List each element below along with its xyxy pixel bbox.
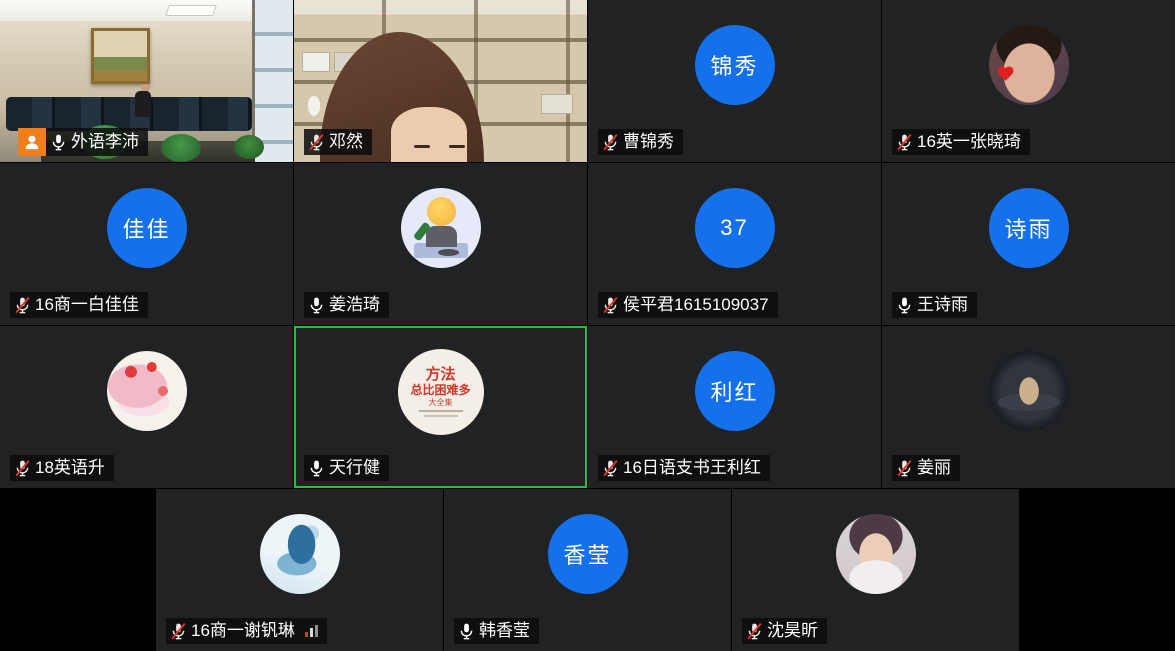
avatar: 利红 bbox=[695, 351, 775, 431]
mic-muted-icon bbox=[13, 296, 32, 315]
name-label: 18英语升 bbox=[10, 455, 114, 481]
name-label: 沈昊昕 bbox=[742, 618, 827, 644]
mic-muted-icon bbox=[601, 296, 620, 315]
name-label: 16日语支书王利红 bbox=[598, 455, 770, 481]
participant-name: 外语李沛 bbox=[71, 131, 139, 153]
mic-muted-icon bbox=[13, 459, 32, 478]
plant bbox=[161, 134, 201, 162]
book-text-line bbox=[424, 415, 458, 417]
name-label: 姜浩琦 bbox=[304, 292, 389, 318]
name-label: 外语李沛 bbox=[46, 128, 148, 156]
avatar: 佳佳 bbox=[107, 188, 187, 268]
mic-on-icon bbox=[49, 133, 68, 152]
avatar: 诗雨 bbox=[989, 188, 1069, 268]
person-badge-icon bbox=[18, 128, 46, 156]
avatar bbox=[260, 514, 340, 594]
name-label: 16商一白佳佳 bbox=[10, 292, 148, 318]
participant-name: 邓然 bbox=[329, 131, 363, 153]
mic-on-icon bbox=[307, 459, 326, 478]
mic-on-icon bbox=[307, 296, 326, 315]
name-label-row: 外语李沛 bbox=[18, 128, 148, 156]
mic-muted-icon bbox=[169, 622, 188, 641]
participant-tile[interactable]: 诗雨 王诗雨 bbox=[882, 163, 1175, 325]
participant-tile[interactable]: 外语李沛 bbox=[0, 0, 293, 162]
name-label: 姜丽 bbox=[892, 455, 960, 481]
participant-tile[interactable]: 37 侯平君1615109037 bbox=[588, 163, 881, 325]
avatar bbox=[836, 514, 916, 594]
book-text-line bbox=[419, 410, 463, 412]
mic-muted-icon bbox=[745, 622, 764, 641]
avatar: 方法 总比困难多 大全集 bbox=[398, 349, 484, 435]
participant-tile[interactable]: 利红 16日语支书王利红 bbox=[588, 326, 881, 488]
participant-tile[interactable]: 邓然 bbox=[294, 0, 587, 162]
avatar bbox=[989, 25, 1069, 105]
emoji-body bbox=[426, 226, 457, 247]
participant-name: 侯平君1615109037 bbox=[623, 294, 769, 316]
book-subtitle: 大全集 bbox=[429, 398, 453, 407]
participant-tile[interactable]: 16英一张晓琦 bbox=[882, 0, 1175, 162]
name-label: 王诗雨 bbox=[892, 292, 977, 318]
participant-tile[interactable]: 香莹 韩香莹 bbox=[444, 489, 731, 651]
participant-tile[interactable]: 18英语升 bbox=[0, 326, 293, 488]
woman-eyebrow bbox=[449, 145, 465, 148]
avatar bbox=[989, 351, 1069, 431]
participant-name: 曹锦秀 bbox=[623, 131, 674, 153]
participant-tile[interactable]: 姜丽 bbox=[882, 326, 1175, 488]
participant-name: 18英语升 bbox=[35, 457, 105, 479]
participant-name: 姜浩琦 bbox=[329, 294, 380, 316]
participant-name: 16日语支书王利红 bbox=[623, 457, 761, 479]
name-label: 邓然 bbox=[304, 129, 372, 155]
seated-person-body bbox=[135, 91, 151, 117]
participant-name: 16商一白佳佳 bbox=[35, 294, 139, 316]
plant bbox=[234, 135, 264, 159]
emoji-sad-face bbox=[427, 197, 456, 226]
avatar bbox=[107, 351, 187, 431]
name-label: 侯平君1615109037 bbox=[598, 292, 778, 318]
participant-name: 16商一谢钒琳 bbox=[191, 620, 295, 642]
participant-tile[interactable]: 16商一谢钒琳 bbox=[156, 489, 443, 651]
participant-name: 姜丽 bbox=[917, 457, 951, 479]
chair-row bbox=[6, 97, 252, 131]
participant-tile[interactable]: 锦秀 曹锦秀 bbox=[588, 0, 881, 162]
mic-muted-icon bbox=[895, 133, 914, 152]
room-light bbox=[165, 5, 217, 16]
name-label: 曹锦秀 bbox=[598, 129, 683, 155]
participant-tile[interactable]: 佳佳 16商一白佳佳 bbox=[0, 163, 293, 325]
vase bbox=[308, 96, 320, 116]
participant-name: 王诗雨 bbox=[917, 294, 968, 316]
participant-tile-active-speaker[interactable]: 方法 总比困难多 大全集 天行健 bbox=[294, 326, 587, 488]
mic-on-icon bbox=[895, 296, 914, 315]
avatar: 香莹 bbox=[548, 514, 628, 594]
participant-name: 韩香莹 bbox=[479, 620, 530, 642]
heart-icon bbox=[999, 68, 1012, 81]
book-title-line: 方法 bbox=[425, 367, 455, 383]
mic-on-icon bbox=[457, 622, 476, 641]
wall-painting bbox=[91, 28, 150, 84]
mic-muted-icon bbox=[601, 133, 620, 152]
participant-name: 沈昊昕 bbox=[767, 620, 818, 642]
book-title-line: 总比困难多 bbox=[410, 384, 470, 397]
name-label: 16商一谢钒琳 bbox=[166, 618, 327, 644]
woman-eyebrow bbox=[414, 145, 430, 148]
participant-name: 天行健 bbox=[329, 457, 380, 479]
shelf-box bbox=[541, 94, 573, 114]
participant-tile[interactable]: 沈昊昕 bbox=[732, 489, 1019, 651]
avatar: 37 bbox=[695, 188, 775, 268]
name-label: 天行健 bbox=[304, 455, 389, 481]
emoji-plate bbox=[438, 249, 459, 256]
mic-muted-icon bbox=[307, 133, 326, 152]
meeting-grid: 外语李沛 邓然 锦秀 曹锦秀 bbox=[0, 0, 1175, 651]
room-ceiling bbox=[0, 0, 293, 21]
woman-face bbox=[391, 107, 467, 162]
name-label: 16英一张晓琦 bbox=[892, 129, 1030, 155]
participant-tile[interactable]: 姜浩琦 bbox=[294, 163, 587, 325]
shelf-box bbox=[302, 52, 330, 72]
mic-muted-icon bbox=[895, 459, 914, 478]
participant-name: 16英一张晓琦 bbox=[917, 131, 1021, 153]
name-label: 韩香莹 bbox=[454, 618, 539, 644]
avatar: 锦秀 bbox=[695, 25, 775, 105]
avatar bbox=[401, 188, 481, 268]
network-signal-icon bbox=[305, 625, 318, 637]
mic-muted-icon bbox=[601, 459, 620, 478]
